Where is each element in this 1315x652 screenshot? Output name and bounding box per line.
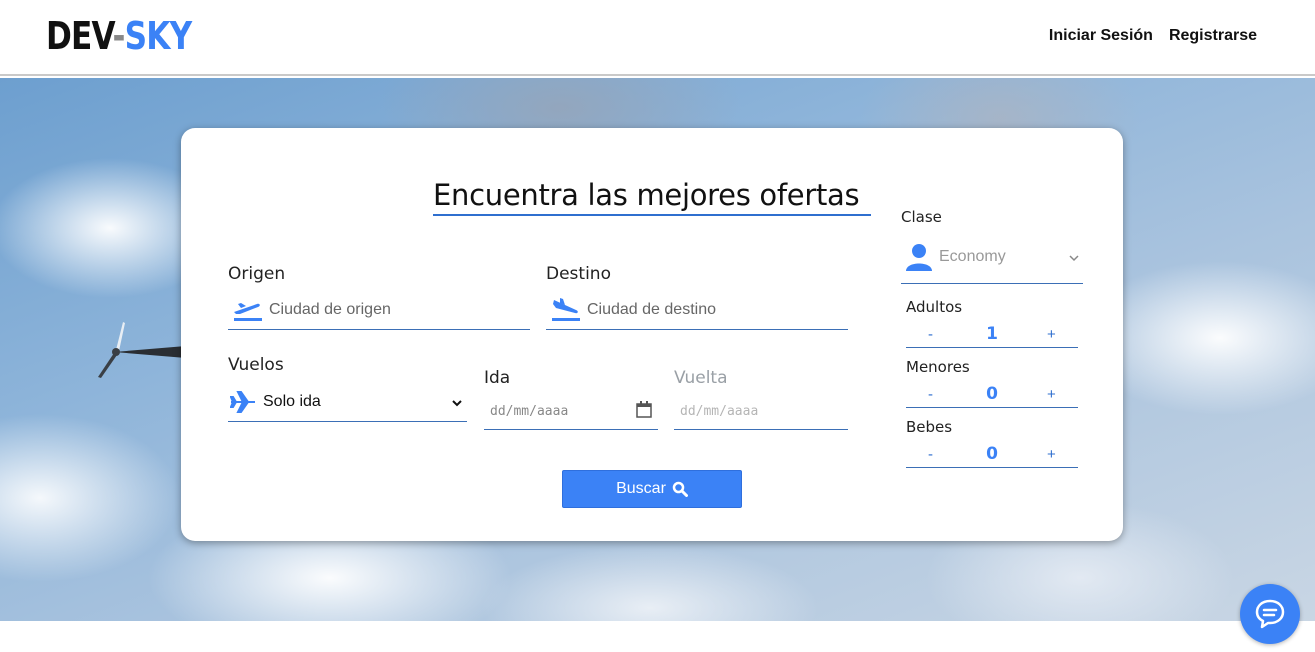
departure-date-input[interactable]: dd/mm/aaaa — [484, 392, 658, 430]
destination-label: Destino — [546, 264, 611, 284]
chat-bubble-icon — [1255, 599, 1285, 629]
class-select[interactable]: Economy — [901, 241, 1083, 284]
plane-arrival-icon — [552, 298, 580, 321]
origin-label: Origen — [228, 264, 286, 284]
adults-plus-button[interactable]: + — [1047, 326, 1056, 343]
class-label: Clase — [901, 208, 942, 226]
minors-counter: - 0 + — [906, 384, 1078, 408]
babies-label: Bebes — [906, 418, 953, 436]
header-nav: Iniciar Sesión Registrarse — [1049, 27, 1257, 45]
flights-label: Vuelos — [228, 355, 284, 375]
hero-background: Encuentra las mejores ofertas Origen Ciu… — [0, 78, 1315, 621]
babies-minus-button[interactable]: - — [928, 446, 933, 463]
chevron-down-icon — [1069, 255, 1079, 262]
plane-departure-icon — [234, 303, 262, 321]
search-button[interactable]: Buscar — [562, 470, 742, 508]
plane-icon — [230, 391, 255, 413]
login-link[interactable]: Iniciar Sesión — [1049, 27, 1153, 45]
search-button-label: Buscar — [616, 480, 666, 497]
return-date-input[interactable]: dd/mm/aaaa — [674, 392, 848, 430]
calendar-icon[interactable] — [636, 401, 652, 418]
register-link[interactable]: Registrarse — [1169, 27, 1257, 45]
adults-count[interactable]: 1 — [984, 324, 1000, 344]
wind-turbine-image — [98, 322, 186, 378]
minors-plus-button[interactable]: + — [1047, 386, 1056, 403]
origin-input[interactable]: Ciudad de origen — [228, 292, 530, 330]
destination-input[interactable]: Ciudad de destino — [546, 292, 848, 330]
adults-minus-button[interactable]: - — [928, 326, 933, 343]
chat-button[interactable] — [1240, 584, 1300, 644]
adults-counter: - 1 + — [906, 324, 1078, 348]
logo-dash: - — [112, 14, 126, 58]
minors-count[interactable]: 0 — [984, 384, 1000, 404]
minors-label: Menores — [906, 358, 970, 376]
babies-count[interactable]: 0 — [984, 444, 1000, 464]
return-label: Vuelta — [674, 368, 728, 388]
site-logo[interactable]: DEV-SKY — [46, 12, 193, 60]
logo-text-sky: SKY — [124, 14, 193, 58]
search-icon — [672, 481, 688, 497]
destination-placeholder: Ciudad de destino — [587, 301, 716, 318]
chevron-down-icon — [452, 400, 462, 407]
logo-text-dev: DEV — [46, 14, 113, 58]
class-value: Economy — [939, 248, 1006, 265]
return-date-placeholder: dd/mm/aaaa — [680, 404, 759, 419]
search-title: Encuentra las mejores ofertas — [433, 176, 871, 216]
minors-minus-button[interactable]: - — [928, 386, 933, 403]
user-icon — [906, 244, 932, 271]
departure-label: Ida — [484, 368, 511, 388]
adults-label: Adultos — [906, 298, 963, 316]
origin-placeholder: Ciudad de origen — [269, 301, 391, 318]
flights-select[interactable]: Solo ida — [228, 384, 467, 422]
flights-value: Solo ida — [263, 393, 321, 410]
babies-counter: - 0 + — [906, 444, 1078, 468]
departure-date-placeholder: dd/mm/aaaa — [490, 404, 569, 419]
babies-plus-button[interactable]: + — [1047, 446, 1056, 463]
search-card: Encuentra las mejores ofertas Origen Ciu… — [181, 128, 1123, 541]
top-navbar: DEV-SKY Iniciar Sesión Registrarse — [0, 0, 1315, 76]
